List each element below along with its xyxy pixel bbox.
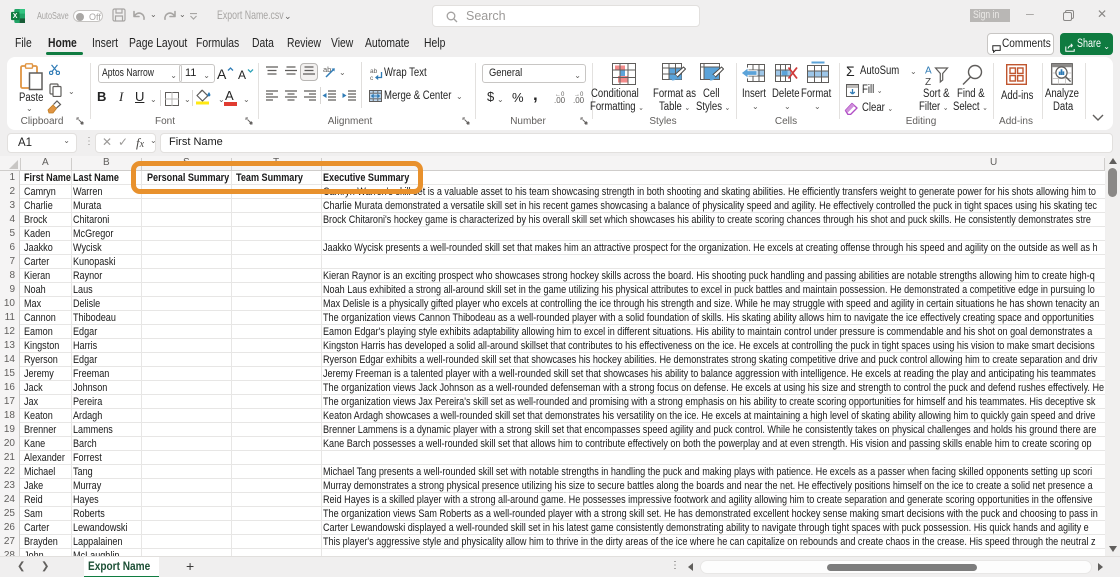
svg-text:→0: →0 — [574, 92, 584, 98]
svg-text:c: c — [370, 75, 374, 80]
svg-text:A: A — [217, 66, 227, 81]
svg-text:ab: ab — [370, 68, 378, 75]
svg-text:A: A — [925, 66, 932, 77]
svg-text:Z: Z — [925, 77, 931, 86]
svg-text:←0: ←0 — [555, 92, 565, 98]
svg-text:A: A — [238, 68, 246, 81]
svg-text:X: X — [13, 13, 18, 20]
